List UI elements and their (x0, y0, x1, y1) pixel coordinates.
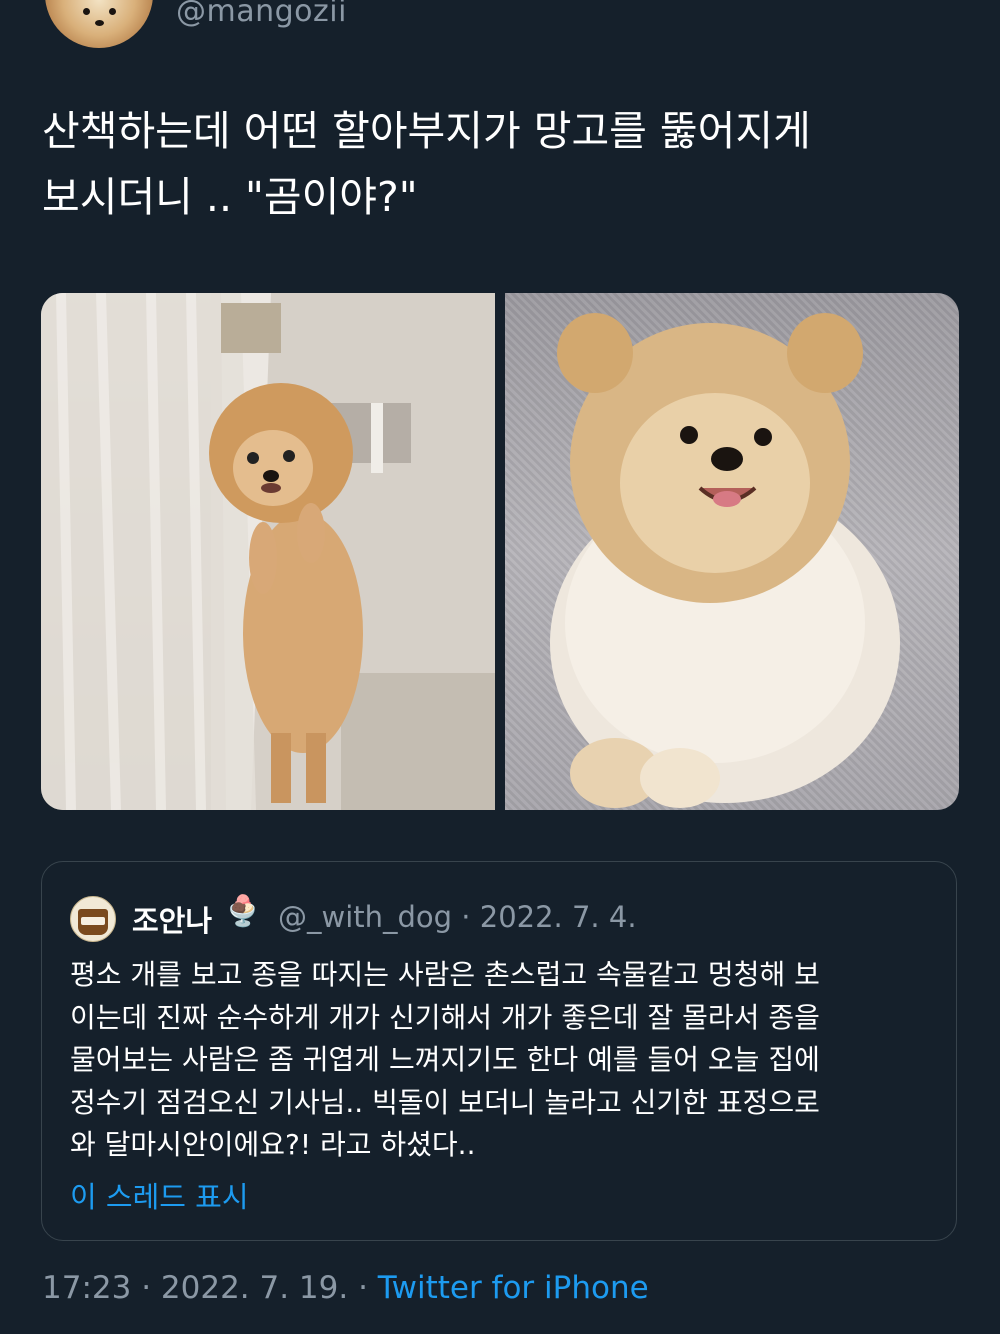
author-handle[interactable]: @mangozii (176, 0, 347, 29)
quoted-handle-date: @_with_dog · 2022. 7. 4. (278, 900, 637, 934)
cup-label (81, 917, 105, 925)
quoted-body-line: 정수기 점검오신 기사님.. 빅돌이 보더니 놀라고 신기한 표정으로 (70, 1085, 820, 1119)
quoted-body-line: 와 달마시안이에요?! 라고 하셨다.. (70, 1128, 476, 1161)
tweet-text: 산책하는데 어떤 할아부지가 망고를 뚫어지게 보시더니 .. "곰이야?" (42, 98, 962, 230)
quoted-body-line: 평소 개를 보고 종을 따지는 사람은 촌스럽고 속물같고 멍청해 보 (70, 958, 820, 991)
quoted-body-line: 이는데 진짜 순수하게 개가 신기해서 개가 좋은데 잘 몰라서 종을 (70, 1000, 820, 1034)
media-photo-left[interactable] (41, 293, 495, 810)
author-avatar[interactable] (45, 0, 153, 48)
quoted-body: 평소 개를 보고 종을 따지는 사람은 촌스럽고 속물같고 멍청해 보 이는데 … (70, 954, 940, 1167)
quoted-avatar (70, 896, 116, 942)
media-photo-right[interactable] (505, 293, 959, 810)
avatar-eye-left (83, 8, 90, 15)
tweet-text-line: 보시더니 .. "곰이야?" (42, 173, 418, 221)
quoted-tweet[interactable]: 조안나 🍨 @_with_dog · 2022. 7. 4. 평소 개를 보고 … (41, 861, 957, 1241)
tweet-media (41, 293, 959, 810)
dog-standing-illustration (41, 293, 495, 810)
show-thread-link[interactable]: 이 스레드 표시 (70, 1174, 249, 1216)
avatar-nose (95, 20, 104, 26)
tweet-timestamp: 17:23 · 2022. 7. 19. · (42, 1270, 378, 1306)
dog-lying-illustration (550, 313, 900, 808)
quoted-body-line: 물어보는 사람은 좀 귀엽게 느껴지기도 한다 예를 들어 오늘 집에 (70, 1043, 820, 1076)
ice-cream-emoji-icon: 🍨 (224, 894, 262, 929)
avatar-eye-right (109, 8, 116, 15)
tweet-source-link[interactable]: Twitter for iPhone (378, 1270, 649, 1306)
tweet-meta: 17:23 · 2022. 7. 19. · Twitter for iPhon… (42, 1270, 649, 1306)
quoted-display-name: 조안나 (132, 904, 213, 938)
tweet-text-line: 산책하는데 어떤 할아부지가 망고를 뚫어지게 (42, 107, 811, 155)
